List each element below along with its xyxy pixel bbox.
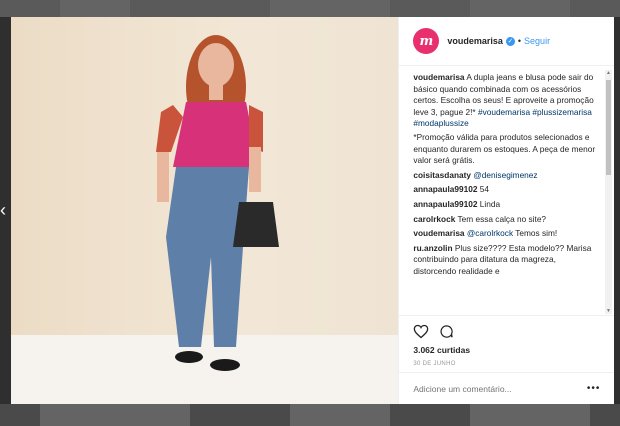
comment-username[interactable]: annapaula99102	[413, 199, 477, 209]
post-sidebar: m voudemarisa ✓ • Seguir voudemarisa A d…	[398, 17, 615, 404]
hashtag[interactable]: #modaplussize	[413, 118, 468, 128]
hashtag[interactable]: #voudemarisa	[478, 107, 530, 117]
scroll-up-arrow-icon[interactable]: ▲	[606, 70, 611, 76]
verified-badge-icon: ✓	[505, 36, 515, 46]
comment-text: 54	[479, 184, 490, 195]
background-thumbnail	[290, 404, 390, 426]
previous-post-chevron-left-icon[interactable]: ‹	[0, 200, 8, 220]
scroll-down-arrow-icon[interactable]: ▼	[606, 308, 611, 314]
likes-count[interactable]: 3.062 curtidas	[413, 345, 600, 355]
comment-username[interactable]: annapaula99102	[413, 184, 477, 194]
background-thumbnail	[40, 404, 190, 426]
comment: coisitasdanaty @denisegimenez	[413, 170, 599, 182]
scrollbar-thumb[interactable]	[606, 80, 611, 175]
post-date: 30 DE JUNHO	[413, 361, 456, 367]
comment-username[interactable]: ru.anzolin	[413, 243, 452, 253]
avatar-letters: m	[419, 33, 434, 49]
model-illustration	[156, 35, 279, 371]
comment: annapaula99102 Linda	[413, 199, 599, 211]
comment: voudemarisa @carolrkock Temos sim!	[413, 228, 599, 240]
post-modal: m voudemarisa ✓ • Seguir voudemarisa A d…	[11, 17, 615, 404]
caption: voudemarisa A dupla jeans e blusa pode s…	[413, 72, 599, 167]
comment-username[interactable]: carolrkock	[413, 214, 455, 224]
comment: ru.anzolin Plus size???? Esta modelo?? M…	[413, 243, 599, 278]
comment-mention[interactable]: @carolrkock	[467, 228, 513, 238]
comment: annapaula99102 54	[413, 184, 599, 196]
comment-text: Tem essa calça no site?	[457, 213, 547, 224]
action-icons	[413, 321, 600, 341]
caption-username[interactable]: voudemarisa	[413, 72, 464, 82]
comments-list: voudemarisa A dupla jeans e blusa pode s…	[399, 66, 599, 311]
comment-input[interactable]	[413, 383, 587, 394]
background-thumbnail	[60, 0, 130, 17]
header-username[interactable]: voudemarisa	[447, 36, 503, 46]
add-comment-bar: •••	[399, 372, 615, 404]
background-thumbnail	[470, 0, 570, 17]
comment-text: Temos sim!	[515, 228, 558, 239]
comment-mention[interactable]: @denisegimenez	[473, 170, 537, 180]
caption-note: *Promoção válida para produtos seleciona…	[413, 131, 596, 166]
comment-username[interactable]: voudemarisa	[413, 228, 464, 238]
follow-button[interactable]: Seguir	[524, 36, 550, 46]
comments-scrollbar[interactable]: ▲ ▼	[605, 70, 612, 314]
separator-dot: •	[517, 36, 522, 46]
heart-icon[interactable]	[413, 324, 429, 339]
post-actions: 3.062 curtidas 30 DE JUNHO	[399, 315, 615, 367]
post-photo	[11, 17, 399, 404]
more-options-icon[interactable]: •••	[587, 383, 601, 394]
hashtag[interactable]: #plussizemarisa	[532, 107, 591, 117]
comment-username[interactable]: coisitasdanaty	[413, 170, 471, 180]
comment-text: Linda	[479, 198, 501, 209]
background-thumbnail	[470, 404, 590, 426]
background-thumbnail	[270, 0, 390, 17]
post-header: m voudemarisa ✓ • Seguir	[399, 17, 614, 66]
comment-bubble-icon[interactable]	[439, 324, 454, 339]
avatar[interactable]: m	[413, 28, 440, 54]
comment: carolrkock Tem essa calça no site?	[413, 214, 599, 226]
